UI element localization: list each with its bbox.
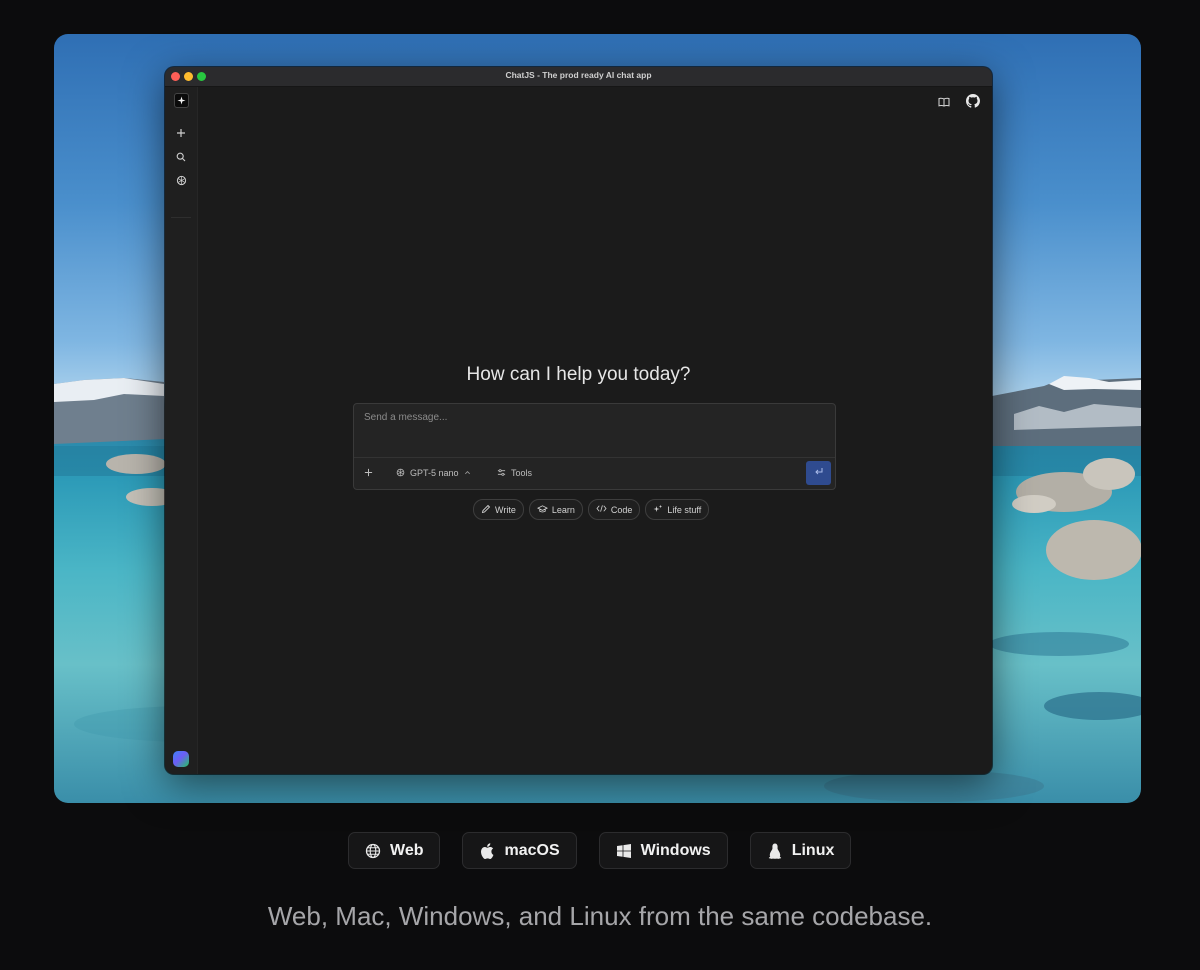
window-title: ChatJS - The prod ready AI chat app <box>505 70 652 80</box>
platform-windows-button[interactable]: Windows <box>598 832 728 869</box>
message-composer: GPT-5 nano Tools <box>353 403 836 490</box>
user-avatar[interactable] <box>173 751 189 767</box>
model-label: GPT-5 nano <box>410 468 459 478</box>
platform-macos-button[interactable]: macOS <box>462 832 577 869</box>
tools-label: Tools <box>511 468 533 478</box>
app-window: ChatJS - The prod ready AI chat app How … <box>165 67 992 774</box>
openai-icon <box>396 468 405 479</box>
app-logo-button[interactable] <box>172 91 190 109</box>
platform-web-button[interactable]: Web <box>348 832 441 869</box>
platform-buttons: Web macOS Windows Linux <box>348 832 852 869</box>
composer-divider <box>354 457 835 458</box>
send-button[interactable] <box>806 461 831 485</box>
suggestion-code[interactable]: Code <box>587 499 641 520</box>
suggestion-write[interactable]: Write <box>473 499 524 520</box>
enter-icon <box>814 467 824 479</box>
caption-text: Web, Mac, Windows, and Linux from the sa… <box>267 901 933 931</box>
github-icon <box>966 93 980 113</box>
code-icon <box>596 504 607 515</box>
docs-button[interactable] <box>936 95 952 111</box>
chevron-up-icon <box>464 468 471 478</box>
apple-icon <box>479 842 495 859</box>
plus-icon <box>364 468 373 479</box>
platform-linux-button[interactable]: Linux <box>749 832 852 869</box>
stage: ChatJS - The prod ready AI chat app How … <box>0 0 1200 970</box>
tux-icon <box>767 843 783 859</box>
windows-icon <box>616 843 632 859</box>
platform-label: macOS <box>504 841 560 859</box>
tools-button[interactable]: Tools <box>497 464 532 482</box>
book-icon <box>938 94 950 112</box>
window-titlebar[interactable]: ChatJS - The prod ready AI chat app <box>165 67 992 87</box>
search-button[interactable] <box>172 149 190 167</box>
platform-label: Linux <box>791 841 835 859</box>
sparkles-icon <box>653 504 663 516</box>
suggestion-label: Code <box>610 504 633 515</box>
suggestion-label: Write <box>495 504 516 515</box>
attach-button[interactable] <box>364 464 373 482</box>
search-icon <box>176 152 186 165</box>
globe-icon <box>365 843 381 859</box>
suggestion-life-stuff[interactable]: Life stuff <box>645 499 710 520</box>
platform-label: Windows <box>640 841 711 859</box>
sparkle-logo-icon <box>173 92 189 108</box>
suggestion-learn[interactable]: Learn <box>528 499 583 520</box>
message-input[interactable] <box>362 410 826 450</box>
suggestion-label: Life stuff <box>667 504 702 515</box>
plus-icon <box>176 128 186 141</box>
sidebar-divider <box>171 217 191 218</box>
suggestion-label: Learn <box>551 504 575 515</box>
platform-label: Web <box>390 841 424 859</box>
new-chat-button[interactable] <box>172 125 190 143</box>
graduation-cap-icon <box>536 504 548 516</box>
sidebar-rail <box>165 87 198 774</box>
github-button[interactable] <box>965 93 981 113</box>
sliders-icon <box>497 468 506 479</box>
model-selector[interactable]: GPT-5 nano <box>396 464 471 482</box>
openai-icon <box>176 175 187 189</box>
suggestion-chips: Write Learn Code Life stuff <box>473 499 710 520</box>
models-button[interactable] <box>172 173 190 191</box>
greeting-heading: How can I help you today? <box>466 364 691 385</box>
pencil-icon <box>481 504 491 516</box>
